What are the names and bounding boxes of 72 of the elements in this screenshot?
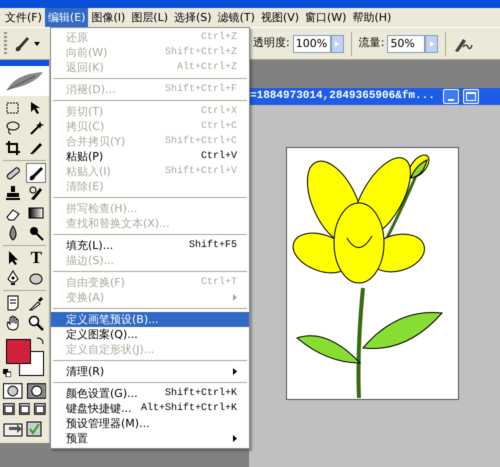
- magic-wand-icon[interactable]: [28, 120, 44, 136]
- standard-mode-icon[interactable]: [3, 383, 22, 399]
- screen-mode-icon[interactable]: [3, 403, 15, 415]
- brush-icon[interactable]: [28, 165, 44, 181]
- menu-item[interactable]: 粘贴(P): [66, 150, 104, 164]
- minimize-icon: [448, 99, 454, 101]
- marquee-icon[interactable]: [4, 100, 21, 116]
- history-brush-icon[interactable]: [28, 185, 44, 201]
- menu-bar-item[interactable]: 选择(S): [171, 8, 215, 27]
- gradient-icon[interactable]: [28, 205, 44, 221]
- opacity-field[interactable]: 100%: [292, 34, 331, 52]
- menu-item-label: 定义画笔预设(B)...: [66, 312, 159, 326]
- hand-icon[interactable]: [4, 315, 21, 331]
- flow-field[interactable]: 50%: [387, 34, 426, 52]
- menu-bar-item[interactable]: 文件(F): [2, 8, 45, 27]
- stamp-icon[interactable]: [4, 185, 21, 201]
- opacity-label: 透明度:: [253, 35, 290, 52]
- shortcut-label: Shift+Ctrl+C: [164, 134, 237, 148]
- menu-item[interactable]: 定义图案(Q)...: [66, 328, 138, 342]
- shortcut-label: Ctrl+C: [200, 120, 237, 134]
- menu-item[interactable]: 预置: [66, 432, 88, 446]
- feather-icon: [4, 70, 44, 92]
- crop-icon[interactable]: [4, 140, 21, 156]
- notes-icon[interactable]: [4, 295, 21, 311]
- menu-bar-item[interactable]: 滤镜(T): [214, 8, 258, 27]
- menu-item[interactable]: 清理(R): [66, 364, 104, 378]
- shortcut-label: Ctrl+V: [200, 150, 237, 164]
- zoom-icon[interactable]: [28, 315, 44, 331]
- shortcut-label: Shift+Ctrl+K: [164, 386, 237, 400]
- menu-bar-item[interactable]: 视图(V): [258, 8, 302, 27]
- default-colors-icon[interactable]: [3, 369, 11, 377]
- menu-item[interactable]: 填充(L)...: [66, 238, 114, 252]
- caret-icon[interactable]: [34, 42, 40, 46]
- menu-bar-item[interactable]: 帮助(H): [349, 8, 394, 27]
- pen-icon[interactable]: [4, 270, 21, 286]
- brush-icon[interactable]: [13, 34, 31, 52]
- menu-item[interactable]: 键盘快捷键...: [66, 402, 132, 416]
- lasso-icon[interactable]: [4, 120, 21, 136]
- flow-arrow-button[interactable]: [425, 34, 438, 52]
- shortcut-label: Shift+Ctrl+V: [164, 164, 237, 178]
- shortcut-label: Alt+Ctrl+Z: [176, 60, 237, 74]
- menu-bar-item[interactable]: 图层(L): [128, 8, 172, 27]
- flow-label: 流量:: [358, 35, 384, 52]
- full-screen-icon[interactable]: [34, 403, 46, 415]
- quick-mask-icon[interactable]: [26, 383, 46, 399]
- menu-bar-item[interactable]: 图像(I): [88, 8, 128, 27]
- slice-icon[interactable]: [28, 140, 44, 156]
- eyedropper-icon[interactable]: [28, 295, 44, 311]
- minimize-button[interactable]: [442, 89, 459, 104]
- menu-item[interactable]: 颜色设置(G)...: [66, 386, 138, 400]
- shortcut-label: Shift+F5: [188, 238, 237, 252]
- shortcut-label: Alt+Shift+Ctrl+K: [140, 402, 237, 416]
- full-screen-menu-icon[interactable]: [18, 403, 30, 415]
- color-swatches-drawing[interactable]: [5, 339, 45, 376]
- menu-bar-item[interactable]: 编辑(E): [44, 8, 88, 27]
- opacity-arrow-button[interactable]: [330, 34, 344, 52]
- highlighted-menu-item[interactable]: 定义画笔预设(B)...: [51, 312, 249, 327]
- arrow-right-icon: [335, 40, 340, 46]
- document-title: =1884973014,2849365906&fm...: [250, 88, 435, 104]
- maximize-icon: [466, 92, 476, 101]
- menu-item[interactable]: 预设管理器(M)...: [66, 416, 150, 430]
- shortcut-label: Ctrl+T: [200, 276, 237, 290]
- shortcut-label: Ctrl+X: [200, 104, 237, 118]
- shortcut-label: Shift+Ctrl+F: [164, 82, 237, 96]
- jump-to-icon[interactable]: [3, 419, 43, 437]
- shortcut-label: Shift+Ctrl+Z: [164, 46, 237, 60]
- maximize-button[interactable]: [462, 89, 479, 104]
- menu-bar-item[interactable]: 窗口(W): [302, 8, 350, 27]
- dodge-icon[interactable]: [28, 225, 44, 241]
- shortcut-label: Ctrl+Z: [200, 30, 237, 44]
- arrow-right-icon: [430, 40, 434, 46]
- type-tool[interactable]: T: [30, 249, 42, 267]
